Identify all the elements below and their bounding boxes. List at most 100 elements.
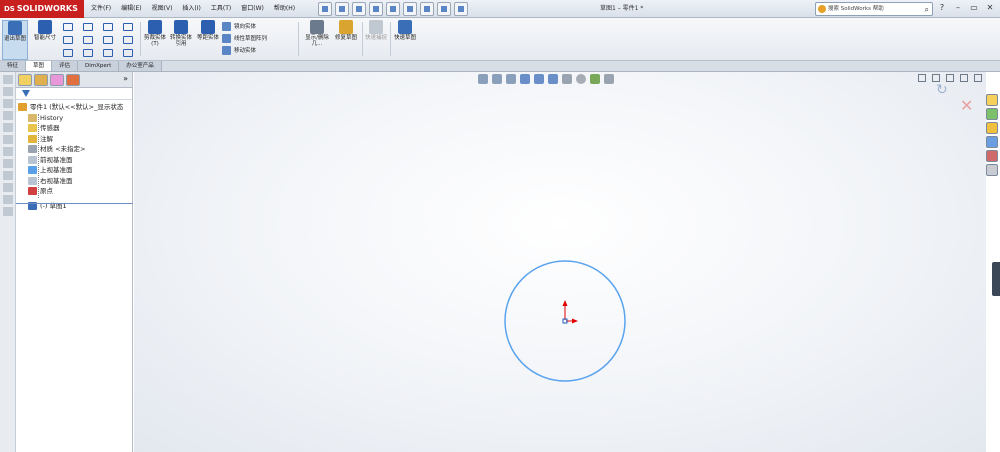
material-icon — [28, 145, 37, 153]
display-manager-tab-icon[interactable] — [66, 74, 80, 86]
fillet-icon[interactable] — [100, 47, 116, 58]
tab-office-products[interactable]: 办公室产品 — [119, 61, 162, 71]
tree-item-label: 注解 — [40, 134, 53, 143]
search-icon[interactable]: ⌕ — [925, 4, 929, 16]
tree-item-sensors[interactable]: 传感器 — [16, 123, 132, 134]
rapid-sketch-button[interactable]: 快速草图 — [393, 20, 417, 41]
tree-item-label: 原点 — [40, 187, 53, 195]
strip-tool-icon[interactable] — [2, 207, 13, 216]
tree-item-right-plane[interactable]: 右视基准面 — [16, 176, 132, 187]
point-icon[interactable] — [120, 47, 136, 58]
design-library-icon[interactable] — [986, 108, 998, 120]
options-icon[interactable] — [454, 2, 468, 16]
save-icon[interactable] — [352, 2, 366, 16]
strip-tool-icon[interactable] — [2, 135, 13, 144]
configuration-tab-icon[interactable] — [50, 74, 64, 86]
strip-tool-icon[interactable] — [2, 75, 13, 84]
close-button[interactable]: ✕ — [984, 2, 996, 14]
strip-tool-icon[interactable] — [2, 183, 13, 192]
task-pane-handle[interactable] — [992, 262, 1000, 296]
linear-pattern-button[interactable]: 线性草图阵列 — [222, 32, 267, 44]
repair-sketch-button[interactable]: 修复草图 — [334, 20, 358, 41]
menu-window[interactable]: 窗口(W) — [236, 0, 269, 18]
convert-entities-button[interactable]: 转换实体引用 — [168, 20, 194, 47]
tree-item-history[interactable]: History — [16, 113, 132, 124]
graphics-area[interactable]: ↻ ✕ — [134, 72, 986, 452]
strip-tool-icon[interactable] — [2, 171, 13, 180]
appearances-icon[interactable] — [986, 150, 998, 162]
feature-tree-tab-icon[interactable] — [18, 74, 32, 86]
tree-connector — [38, 114, 39, 198]
minimize-button[interactable]: – — [952, 2, 964, 14]
property-manager-tab-icon[interactable] — [34, 74, 48, 86]
title-bar: DS SOLIDWORKS 文件(F) 编辑(E) 视图(V) 插入(I) 工具(… — [0, 0, 1000, 18]
solidworks-resources-icon[interactable] — [986, 94, 998, 106]
custom-properties-icon[interactable] — [986, 164, 998, 176]
menu-file[interactable]: 文件(F) — [86, 0, 116, 18]
print-icon[interactable] — [369, 2, 383, 16]
rollback-bar[interactable] — [16, 203, 133, 204]
maximize-button[interactable]: ▭ — [968, 2, 980, 14]
tab-sketch[interactable]: 草图 — [26, 61, 53, 71]
help-button[interactable]: ? — [936, 2, 948, 14]
strip-tool-icon[interactable] — [2, 159, 13, 168]
file-properties-icon[interactable] — [437, 2, 451, 16]
move-entities-button[interactable]: 移动实体 — [222, 44, 267, 56]
ellipse-icon[interactable] — [100, 34, 116, 45]
mirror-icon — [222, 21, 231, 31]
mirror-entities-button[interactable]: 镜向实体 — [222, 20, 267, 32]
rectangle-icon[interactable] — [60, 34, 76, 45]
rebuild-icon[interactable] — [420, 2, 434, 16]
strip-tool-icon[interactable] — [2, 123, 13, 132]
filter-icon[interactable] — [22, 90, 30, 97]
move-icon — [222, 45, 231, 55]
view-palette-icon[interactable] — [986, 136, 998, 148]
spline-icon[interactable] — [100, 21, 116, 32]
origin-icon — [28, 187, 37, 195]
tree-item-annotations[interactable]: 注解 — [16, 134, 132, 145]
tree-root-part[interactable]: 零件1 (默认<<默认>_显示状态 — [16, 102, 132, 113]
strip-tool-icon[interactable] — [2, 87, 13, 96]
tree-item-origin[interactable]: 原点 — [16, 186, 132, 197]
strip-tool-icon[interactable] — [2, 147, 13, 156]
circle-icon[interactable] — [80, 21, 96, 32]
display-delete-relations-button[interactable]: 显示/删除几... — [302, 20, 332, 47]
tree-item-front-plane[interactable]: 前视基准面 — [16, 155, 132, 166]
slot-icon[interactable] — [60, 47, 76, 58]
open-icon[interactable] — [335, 2, 349, 16]
quick-snaps-button[interactable]: 快速捕捉 — [364, 20, 388, 41]
menu-insert[interactable]: 插入(I) — [177, 0, 205, 18]
strip-tool-icon[interactable] — [2, 99, 13, 108]
text-icon[interactable] — [120, 34, 136, 45]
smart-dimension-button[interactable]: 智能尺寸 — [32, 20, 58, 41]
construction-icon[interactable] — [120, 21, 136, 32]
polygon-icon[interactable] — [80, 47, 96, 58]
tree-filter[interactable] — [16, 88, 132, 100]
history-icon — [28, 113, 37, 122]
tab-features[interactable]: 特征 — [0, 61, 27, 71]
tab-dimxpert[interactable]: DimXpert — [78, 61, 120, 71]
new-icon[interactable] — [318, 2, 332, 16]
search-input[interactable]: 搜索 SolidWorks 帮助 ⌕ — [815, 2, 933, 16]
line-icon[interactable] — [60, 21, 76, 32]
strip-tool-icon[interactable] — [2, 195, 13, 204]
undo-icon[interactable] — [386, 2, 400, 16]
exit-sketch-button[interactable]: 退出草图 — [2, 20, 28, 60]
more-tabs-icon[interactable]: » — [123, 74, 128, 83]
menu-edit[interactable]: 编辑(E) — [116, 0, 146, 18]
tab-evaluate[interactable]: 评估 — [52, 61, 79, 71]
trim-button[interactable]: 剪裁实体(T) — [143, 20, 167, 47]
offset-entities-button[interactable]: 等距实体 — [196, 20, 220, 41]
select-icon[interactable] — [403, 2, 417, 16]
tree-item-top-plane[interactable]: 上视基准面 — [16, 165, 132, 176]
arc-icon[interactable] — [80, 34, 96, 45]
display-delete-label: 显示/删除几... — [305, 35, 329, 47]
menu-view[interactable]: 视图(V) — [147, 0, 178, 18]
tree-item-material[interactable]: 材质 <未指定> — [16, 144, 132, 155]
sketch-circle[interactable] — [504, 260, 626, 382]
strip-tool-icon[interactable] — [2, 111, 13, 120]
menu-help[interactable]: 帮助(H) — [269, 0, 300, 18]
file-explorer-icon[interactable] — [986, 122, 998, 134]
menu-tools[interactable]: 工具(T) — [206, 0, 236, 18]
solidworks-logo[interactable]: DS SOLIDWORKS — [0, 0, 84, 18]
